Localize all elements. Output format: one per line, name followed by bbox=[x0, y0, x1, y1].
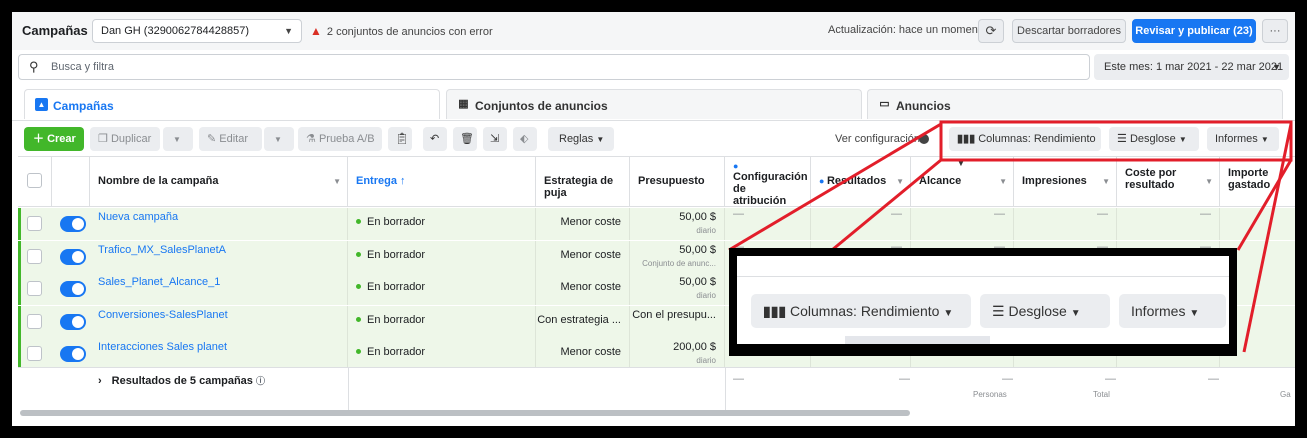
zoom-reports-label: Informes bbox=[1131, 303, 1186, 319]
chevron-down-icon: ▼ bbox=[1189, 308, 1200, 319]
zoom-content: ▮▮▮ Columnas: Rendimiento ▼ ☰ Desglose ▼… bbox=[737, 256, 1229, 344]
zoom-breakdown-label: Desglose bbox=[1008, 303, 1067, 319]
chevron-down-icon: ▼ bbox=[943, 308, 954, 319]
zoom-columns-button[interactable]: ▮▮▮ Columnas: Rendimiento ▼ bbox=[751, 294, 971, 328]
breakdown-icon: ☰ bbox=[992, 303, 1005, 319]
zoom-callout: ▮▮▮ Columnas: Rendimiento ▼ ☰ Desglose ▼… bbox=[729, 248, 1237, 356]
zoom-columns-label: Columnas: Rendimiento bbox=[790, 303, 940, 319]
ads-manager-window: Campañas Dan GH (3290062784428857) ▼ ▲ 2 … bbox=[12, 12, 1295, 426]
chevron-down-icon: ▼ bbox=[1070, 308, 1081, 319]
callout-line bbox=[831, 158, 942, 252]
callout-line bbox=[1236, 159, 1293, 251]
highlight-box bbox=[939, 120, 1293, 162]
zoom-cell bbox=[845, 336, 990, 344]
zoom-breakdown-button[interactable]: ☰ Desglose ▼ bbox=[980, 294, 1110, 328]
highlight-lines bbox=[728, 120, 1293, 353]
zoom-reports-button[interactable]: Informes ▼ bbox=[1119, 294, 1226, 328]
divider bbox=[737, 276, 1229, 277]
columns-icon: ▮▮▮ bbox=[763, 303, 787, 319]
callout-line bbox=[1242, 123, 1293, 353]
